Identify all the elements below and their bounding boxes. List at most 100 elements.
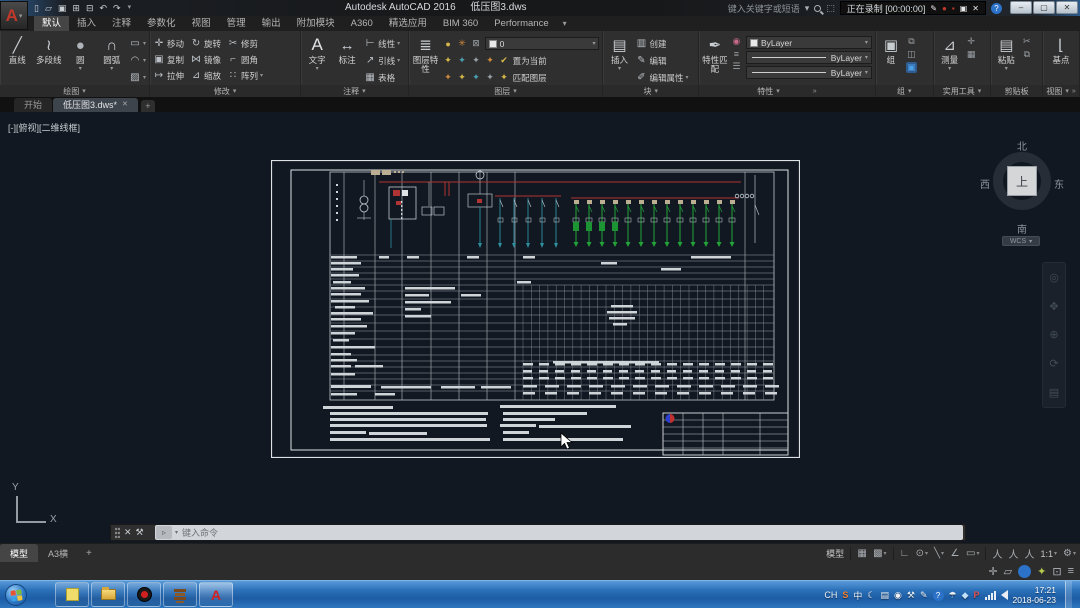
lineweight-list-icon[interactable]: ≡ (731, 49, 742, 59)
restore-button[interactable]: ▢ (1033, 1, 1055, 14)
drawing-sheet[interactable] (271, 160, 800, 458)
view-panel-title[interactable]: 视图 ▾ » (1043, 85, 1079, 97)
customize-wrench-icon[interactable]: ⚒ (136, 527, 144, 538)
app-menu-button[interactable]: A ▾ (0, 1, 28, 30)
minimize-button[interactable]: – (1010, 1, 1032, 14)
network-signal-icon[interactable] (985, 590, 996, 600)
layer-tool-icon[interactable]: ✦ (443, 55, 454, 66)
pen-icon[interactable]: ✎ (930, 4, 937, 13)
array-button[interactable]: ∷ 阵列 ▾ (227, 68, 263, 83)
line-button[interactable]: ╱ 直线 (3, 34, 32, 65)
steering-wheel-icon[interactable]: ◎ (1049, 271, 1059, 284)
umbrella-icon[interactable]: ☂ (949, 590, 957, 601)
customization-gear-icon[interactable]: ⚙▾ (1061, 545, 1078, 562)
orbit-icon[interactable]: ⟳ (1049, 357, 1058, 370)
ribbon-tab-insert[interactable]: 插入 (69, 16, 104, 31)
layer-tool-icon[interactable]: ✦ (485, 72, 496, 83)
new-drawing-tab-button[interactable]: + (141, 100, 155, 112)
copy-clip-icon[interactable]: ⧉ (1021, 49, 1032, 60)
user-tray-icon[interactable]: ◉ (894, 590, 902, 601)
layer-tool-icon[interactable]: ✦ (443, 72, 454, 83)
hardware-acceleration-icon[interactable] (1018, 565, 1031, 578)
ime-lang-icon[interactable]: CH (824, 590, 837, 600)
command-input[interactable] (182, 528, 963, 538)
make-current-button[interactable]: 置为当前 (513, 55, 547, 67)
drawing-canvas[interactable]: [-][俯视][二维线框] 北 西 上 东 南 WCS ▾ ◎ ✥ ⊕ ⟳ ▤ (0, 112, 1080, 543)
grid-toggle-icon[interactable]: ▦ (855, 545, 869, 562)
model-tab[interactable]: 模型 (0, 544, 38, 562)
sogou-icon[interactable]: S (842, 590, 848, 600)
ungroup-icon[interactable]: ⧉ (906, 36, 917, 47)
scale-value-button[interactable]: 1:1▾ (1038, 545, 1059, 562)
wcs-menu[interactable]: WCS ▾ (1002, 236, 1040, 246)
fillet-button[interactable]: ⌐ 圆角 (227, 52, 263, 67)
dimension-button[interactable]: ↔ 标注 (333, 34, 361, 65)
recent-commands-icon[interactable]: ▹ (156, 526, 172, 539)
ellipse-button[interactable]: ◠ ▾ (129, 53, 146, 68)
linetype-list-icon[interactable]: ☰ (731, 61, 742, 72)
id-point-icon[interactable]: ✛ (966, 36, 977, 47)
hatch-button[interactable]: ▨ ▾ (129, 70, 146, 85)
close-tab-icon[interactable]: ✕ (122, 98, 128, 112)
layer-select[interactable]: 0 ▾ (485, 37, 600, 50)
notes-tray-icon[interactable]: ✎ (920, 590, 928, 601)
command-grip[interactable]: ✕ ⚒ (111, 525, 155, 540)
taskbar-clock[interactable]: 17:21 2018-06-23 (1013, 585, 1056, 605)
viewcube[interactable]: 北 西 上 东 南 (984, 138, 1060, 240)
layer-lock-icon[interactable]: ⊠ (471, 38, 482, 49)
showmotion-icon[interactable]: ▤ (1049, 386, 1059, 399)
rectangle-button[interactable]: ▭ ▾ (129, 36, 146, 51)
rotate-button[interactable]: ↻ 旋转 (190, 36, 221, 51)
save-icon[interactable]: ▣ (58, 0, 67, 16)
insert-block-button[interactable]: ▤ 插入 ▾ (606, 34, 632, 72)
ribbon-display-toggle-icon[interactable]: ▾ (557, 16, 573, 31)
cut-icon[interactable]: ✂ (1021, 36, 1032, 47)
keyboard-icon[interactable]: ▤ (881, 590, 890, 601)
start-button[interactable] (5, 584, 27, 606)
object-color-select[interactable]: ByLayer ▾ (746, 36, 872, 49)
object-snap-tracking-icon[interactable]: ╲▾ (932, 545, 946, 562)
move-button[interactable]: ✛ 移动 (153, 36, 184, 51)
layer-tool-icon[interactable]: ✦ (457, 55, 468, 66)
dynamic-input-icon[interactable]: ▭▾ (964, 545, 981, 562)
modify-panel-title[interactable]: 修改 ▾ (150, 85, 300, 97)
group-button[interactable]: ▣ 组 (879, 34, 903, 65)
layer-tool-icon[interactable]: ✦ (471, 55, 482, 66)
viewport-controls[interactable]: [-][俯视][二维线框] (8, 121, 80, 134)
measure-button[interactable]: ⊿ 测量 ▾ (937, 34, 963, 72)
file-tab-drawing[interactable]: 低压图3.dws* ✕ (53, 98, 138, 112)
base-point-button[interactable]: ⌊ 基点 (1046, 34, 1076, 65)
layer-tool-icon[interactable]: ✦ (471, 72, 482, 83)
pause-icon[interactable]: ▪ (952, 4, 955, 13)
ribbon-tab-annotate[interactable]: 注释 (104, 16, 139, 31)
search-icon[interactable] (814, 5, 821, 12)
scale-button[interactable]: ⊿ 缩放 (190, 68, 221, 83)
search-dropdown-icon[interactable]: ▾ (805, 3, 810, 14)
undo-icon[interactable]: ↶ (99, 0, 107, 16)
trim-button[interactable]: ✂ 修剪 (227, 36, 263, 51)
command-line[interactable]: ✕ ⚒ ▹ ▾ (110, 524, 966, 541)
viewcube-west-label[interactable]: 西 (980, 176, 990, 191)
shield-icon[interactable]: ◆ (962, 590, 969, 601)
help-icon[interactable]: ? (991, 3, 1002, 14)
mirror-button[interactable]: ⋈ 镜像 (190, 52, 221, 67)
polyline-button[interactable]: ≀ 多段线 (35, 34, 64, 65)
navigation-bar[interactable]: ◎ ✥ ⊕ ⟳ ▤ (1042, 262, 1066, 408)
pan-icon[interactable]: ✥ (1049, 300, 1058, 313)
clipboard-panel-title[interactable]: 剪贴板 (991, 85, 1042, 97)
ribbon-tab-manage[interactable]: 管理 (219, 16, 254, 31)
edit-block-button[interactable]: ✎ 编辑 (635, 53, 688, 68)
ribbon-tab-output[interactable]: 输出 (254, 16, 289, 31)
properties-panel-title[interactable]: 特性 ▾ » (699, 85, 875, 97)
plot-icon[interactable]: ⊟ (86, 0, 94, 16)
wrench-tray-icon[interactable]: ⚒ (907, 590, 915, 601)
lineweight-select[interactable]: ByLayer ▾ (746, 51, 872, 64)
leader-button[interactable]: ↗ 引线 ▾ (364, 53, 400, 68)
linetype-select[interactable]: ByLayer ▾ (746, 66, 872, 79)
ortho-toggle-icon[interactable]: ∟ (898, 545, 912, 562)
wps-icon[interactable]: P (974, 590, 980, 600)
table-button[interactable]: ▦ 表格 (364, 70, 400, 85)
quick-calc-icon[interactable]: ▦ (966, 49, 977, 60)
color-palette-icon[interactable]: ◉ (731, 36, 742, 47)
open-icon[interactable]: ▱ (45, 0, 52, 16)
